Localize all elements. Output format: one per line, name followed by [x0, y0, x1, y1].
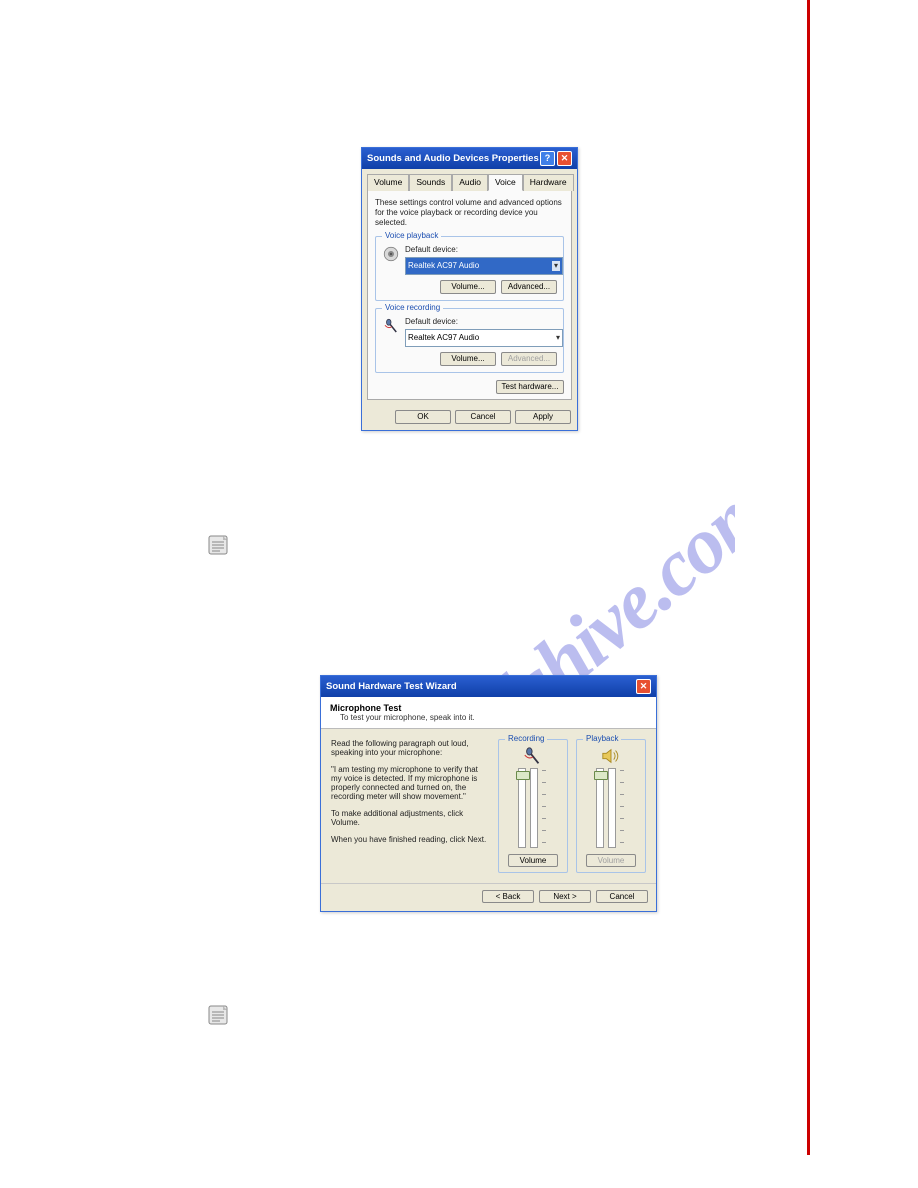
- playback-advanced-button[interactable]: Advanced...: [501, 280, 557, 294]
- recording-meter-group: Recording Volume: [498, 739, 568, 873]
- titlebar[interactable]: Sounds and Audio Devices Properties ? ✕: [362, 148, 577, 169]
- panel-description: These settings control volume and advanc…: [375, 198, 564, 228]
- slider-thumb[interactable]: [594, 771, 608, 780]
- playback-volume-button[interactable]: Volume...: [440, 280, 496, 294]
- microphone-icon: [522, 746, 544, 766]
- playback-volume-button: Volume: [586, 854, 636, 867]
- playback-volume-slider[interactable]: [596, 768, 604, 848]
- meter-ticks: [620, 770, 626, 848]
- group-label: Playback: [583, 734, 621, 743]
- chevron-down-icon: ▾: [552, 261, 560, 271]
- recording-device-select[interactable]: Realtek AC97 Audio ▾: [405, 329, 563, 347]
- close-button[interactable]: ✕: [636, 679, 651, 694]
- meter-ticks: [542, 770, 548, 848]
- wizard-step-title: Microphone Test: [330, 703, 647, 713]
- voice-recording-group: Voice recording Default device: Realtek …: [375, 308, 564, 373]
- apply-button[interactable]: Apply: [515, 410, 571, 424]
- sound-hardware-test-wizard-dialog: Sound Hardware Test Wizard ✕ Microphone …: [320, 675, 657, 912]
- instruction-p3: To make additional adjustments, click Vo…: [331, 809, 488, 827]
- page-divider: [807, 0, 810, 1155]
- help-button[interactable]: ?: [540, 151, 555, 166]
- slider-thumb[interactable]: [516, 771, 530, 780]
- speaker-icon: [382, 245, 400, 263]
- voice-playback-group: Voice playback Default device: Realtek A…: [375, 236, 564, 301]
- playback-device-select[interactable]: Realtek AC97 Audio ▾: [405, 257, 563, 275]
- close-button[interactable]: ✕: [557, 151, 572, 166]
- wizard-button-row: < Back Next > Cancel: [321, 883, 656, 911]
- test-hardware-button[interactable]: Test hardware...: [496, 380, 564, 394]
- wizard-step-subtitle: To test your microphone, speak into it.: [340, 713, 647, 722]
- next-button[interactable]: Next >: [539, 890, 591, 903]
- note-icon: [206, 1003, 230, 1027]
- group-label: Recording: [505, 734, 547, 743]
- instruction-p2: "I am testing my microphone to verify th…: [331, 765, 488, 801]
- titlebar[interactable]: Sound Hardware Test Wizard ✕: [321, 676, 656, 697]
- tab-audio[interactable]: Audio: [452, 174, 488, 191]
- recording-level-meter: [530, 768, 538, 848]
- wizard-header: Microphone Test To test your microphone,…: [321, 697, 656, 729]
- dialog-title: Sound Hardware Test Wizard: [326, 681, 457, 692]
- instructions-text: Read the following paragraph out loud, s…: [331, 739, 488, 873]
- playback-level-meter: [608, 768, 616, 848]
- instruction-p4: When you have finished reading, click Ne…: [331, 835, 488, 844]
- chevron-down-icon: ▾: [556, 333, 560, 343]
- tab-volume[interactable]: Volume: [367, 174, 409, 191]
- group-label: Voice playback: [382, 231, 441, 241]
- note-icon: [206, 533, 230, 557]
- default-device-label: Default device:: [405, 245, 557, 255]
- audio-properties-dialog: Sounds and Audio Devices Properties ? ✕ …: [361, 147, 578, 431]
- playback-meter-group: Playback Volume: [576, 739, 646, 873]
- microphone-icon: [382, 317, 400, 335]
- instruction-p1: Read the following paragraph out loud, s…: [331, 739, 488, 757]
- recording-advanced-button: Advanced...: [501, 352, 557, 366]
- ok-button[interactable]: OK: [395, 410, 451, 424]
- tab-hardware[interactable]: Hardware: [523, 174, 574, 191]
- back-button[interactable]: < Back: [482, 890, 534, 903]
- recording-volume-slider[interactable]: [518, 768, 526, 848]
- tab-sounds[interactable]: Sounds: [409, 174, 452, 191]
- cancel-button[interactable]: Cancel: [455, 410, 511, 424]
- playback-device-value: Realtek AC97 Audio: [408, 261, 479, 271]
- group-label: Voice recording: [382, 303, 443, 313]
- recording-volume-button[interactable]: Volume...: [440, 352, 496, 366]
- cancel-button[interactable]: Cancel: [596, 890, 648, 903]
- dialog-title: Sounds and Audio Devices Properties: [367, 153, 539, 165]
- recording-device-value: Realtek AC97 Audio: [408, 333, 479, 343]
- tab-row: Volume Sounds Audio Voice Hardware: [362, 169, 577, 190]
- dialog-button-row: OK Cancel Apply: [362, 405, 577, 430]
- speaker-icon: [600, 746, 622, 766]
- tab-voice[interactable]: Voice: [488, 174, 523, 191]
- tab-panel: These settings control volume and advanc…: [367, 190, 572, 400]
- default-device-label: Default device:: [405, 317, 557, 327]
- recording-volume-button[interactable]: Volume: [508, 854, 558, 867]
